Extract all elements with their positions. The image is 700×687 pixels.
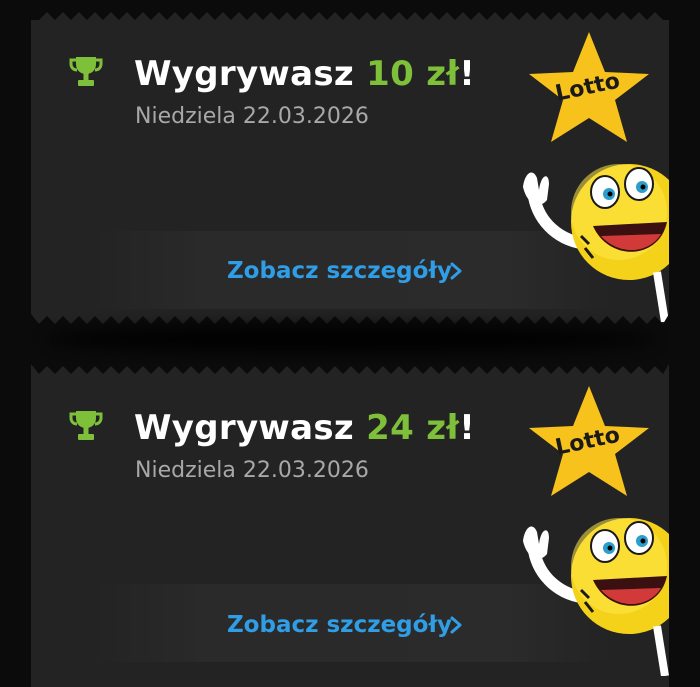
win-ticket-card[interactable]: Wygrywasz 24 zł! Niedziela 22.03.2026 Zo… bbox=[31, 364, 669, 687]
win-title: Wygrywasz 10 zł! bbox=[134, 54, 476, 94]
win-amount: 24 zł bbox=[366, 408, 460, 448]
trophy-icon bbox=[68, 408, 104, 444]
lotto-mascot-icon: Lotto bbox=[489, 376, 669, 676]
details-link[interactable]: Zobacz szczegóły bbox=[227, 258, 452, 284]
ticket-edge bbox=[31, 314, 669, 324]
trophy-icon bbox=[68, 54, 104, 90]
ticket-edge bbox=[31, 364, 669, 374]
ticket-shadow bbox=[45, 326, 655, 352]
chevron-right-icon[interactable] bbox=[449, 262, 463, 280]
win-title: Wygrywasz 24 zł! bbox=[134, 408, 476, 448]
draw-date: Niedziela 22.03.2026 bbox=[135, 104, 369, 129]
win-amount: 10 zł bbox=[366, 54, 460, 94]
chevron-right-icon[interactable] bbox=[449, 616, 463, 634]
details-link[interactable]: Zobacz szczegóły bbox=[227, 612, 452, 638]
win-ticket-card[interactable]: Wygrywasz 10 zł! Niedziela 22.03.2026 Zo… bbox=[31, 10, 669, 324]
ticket-edge bbox=[31, 10, 669, 20]
draw-date: Niedziela 22.03.2026 bbox=[135, 458, 369, 483]
lotto-mascot-icon: Lotto bbox=[489, 22, 669, 322]
